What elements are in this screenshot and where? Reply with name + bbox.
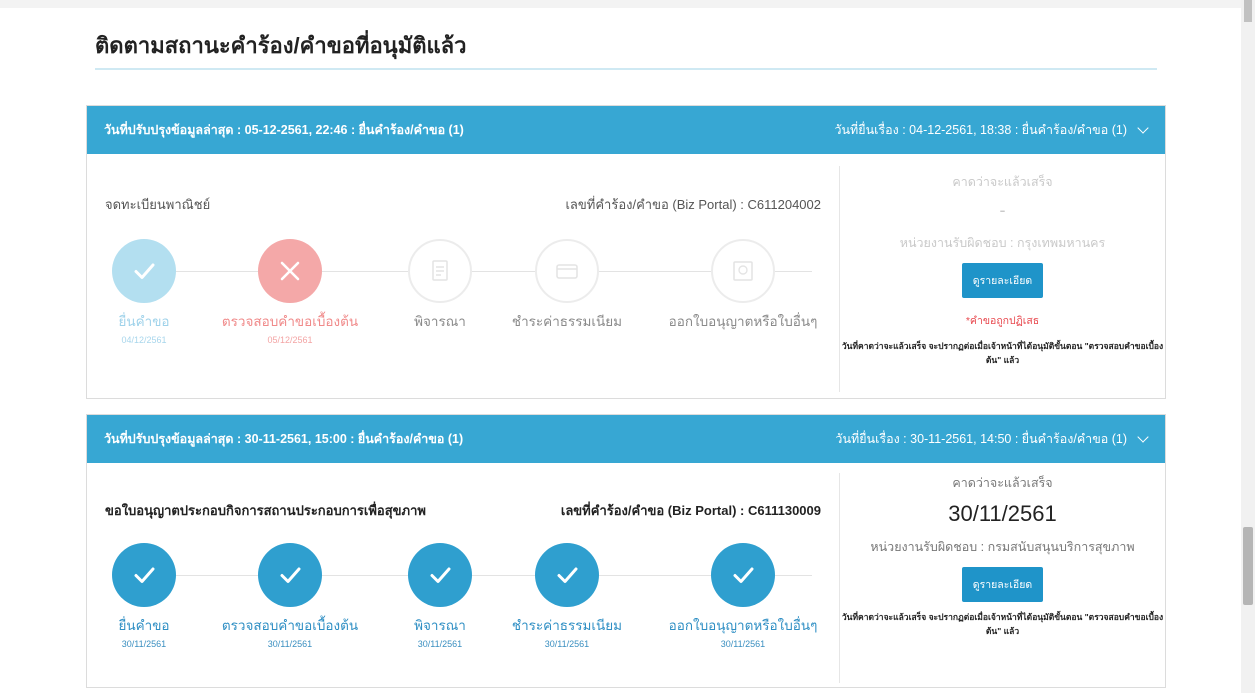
step-payment: ชำระค่าธรรมเนียม 30/11/2561 — [487, 543, 647, 649]
step-label: ชำระค่าธรรมเนียม — [511, 314, 623, 329]
step-submit: ยื่นคำขอ 30/11/2561 — [64, 543, 224, 649]
document-icon — [408, 239, 472, 303]
expected-date-note: วันที่คาดว่าจะแล้วเสร็จ จะปรากฏต่อเมื่อเ… — [841, 612, 1164, 636]
expected-completion-label: คาดว่าจะแล้วเสร็จ — [952, 175, 1053, 189]
step-date: 30/11/2561 — [720, 639, 766, 649]
step-date: 30/11/2561 — [417, 639, 463, 649]
step-date: 05/12/2561 — [267, 335, 313, 345]
title-divider — [95, 68, 1157, 70]
chevron-down-icon[interactable] — [1137, 431, 1149, 443]
step-payment: ชำระค่าธรรมเนียม — [487, 239, 647, 335]
expected-date-note: วันที่คาดว่าจะแล้วเสร็จ จะปรากฏต่อเมื่อเ… — [841, 341, 1164, 365]
scrollbar-thumb[interactable] — [1243, 527, 1253, 605]
step-submit: ยื่นคำขอ 04/12/2561 — [64, 239, 224, 345]
step-label: ชำระค่าธรรมเนียม — [511, 618, 623, 633]
step-date: 30/11/2561 — [267, 639, 313, 649]
step-label: พิจารณา — [414, 314, 466, 329]
step-initial-check: ตรวจสอบคำขอเบื้องต้น 05/12/2561 — [210, 239, 370, 345]
check-icon — [112, 543, 176, 607]
payment-icon — [535, 239, 599, 303]
request-card: วันที่ปรับปรุงข้อมูลล่าสุด : 30-11-2561,… — [86, 414, 1166, 688]
step-date: 04/12/2561 — [121, 335, 167, 345]
step-label: ออกใบอนุญาตหรือใบอื่นๆ — [668, 314, 818, 329]
browser-top-strip — [0, 0, 1255, 8]
step-label: ยื่นคำขอ — [118, 314, 170, 329]
chevron-down-icon[interactable] — [1137, 122, 1149, 134]
submitted-date-text: วันที่ยื่นเรื่อง : 30-11-2561, 14:50 : ย… — [835, 432, 1127, 446]
service-name: จดทะเบียนพาณิชย์ — [105, 197, 211, 212]
step-issue-license: ออกใบอนุญาตหรือใบอื่นๆ 30/11/2561 — [663, 543, 823, 649]
rejected-status-text: *คำขอถูกปฏิเสธ — [965, 315, 1040, 327]
step-date: 30/11/2561 — [121, 639, 167, 649]
check-icon — [711, 543, 775, 607]
step-issue-license: ออกใบอนุญาตหรือใบอื่นๆ — [663, 239, 823, 335]
page-title: ติดตามสถานะคำร้อง/คำขอที่อนุมัติแล้ว — [95, 33, 467, 58]
request-card: วันที่ปรับปรุงข้อมูลล่าสุด : 05-12-2561,… — [86, 105, 1166, 399]
scrollbar-top-thumb[interactable] — [1244, 0, 1252, 22]
expected-completion-value: 30/11/2561 — [948, 501, 1057, 526]
view-details-button[interactable]: ดูรายละเอียด — [961, 567, 1044, 602]
view-details-button[interactable]: ดูรายละเอียด — [961, 263, 1044, 298]
card-header[interactable]: วันที่ปรับปรุงข้อมูลล่าสุด : 30-11-2561,… — [87, 415, 1165, 463]
responsible-department: หน่วยงานรับผิดชอบ : กรมสนับสนุนบริการสุข… — [870, 540, 1135, 554]
submitted-date-text: วันที่ยื่นเรื่อง : 04-12-2561, 18:38 : ย… — [834, 123, 1127, 137]
step-label: พิจารณา — [414, 618, 466, 633]
expected-completion-label: คาดว่าจะแล้วเสร็จ — [952, 476, 1053, 490]
summary-panel: คาดว่าจะแล้วเสร็จ 30/11/2561 หน่วยงานรับ… — [839, 473, 1165, 683]
service-name: ขอใบอนุญาตประกอบกิจการสถานประกอบการเพื่อ… — [105, 503, 426, 518]
expected-completion-value: - — [999, 200, 1006, 220]
check-icon — [258, 543, 322, 607]
certificate-icon — [711, 239, 775, 303]
check-icon — [112, 239, 176, 303]
submitted-info[interactable]: วันที่ยื่นเรื่อง : 30-11-2561, 14:50 : ย… — [835, 429, 1149, 449]
check-icon — [535, 543, 599, 607]
request-number: เลขที่คำร้อง/คำขอ (Biz Portal) : C611130… — [560, 503, 821, 518]
step-date: 30/11/2561 — [544, 639, 590, 649]
last-updated-text: วันที่ปรับปรุงข้อมูลล่าสุด : 30-11-2561,… — [104, 432, 464, 446]
vertical-scrollbar[interactable] — [1241, 0, 1255, 693]
summary-panel: คาดว่าจะแล้วเสร็จ - หน่วยงานรับผิดชอบ : … — [839, 166, 1165, 392]
step-label: ตรวจสอบคำขอเบื้องต้น — [221, 618, 359, 633]
request-number: เลขที่คำร้อง/คำขอ (Biz Portal) : C611204… — [565, 197, 821, 212]
step-label: ออกใบอนุญาตหรือใบอื่นๆ — [668, 618, 818, 633]
last-updated-text: วันที่ปรับปรุงข้อมูลล่าสุด : 05-12-2561,… — [104, 123, 464, 137]
x-icon — [258, 239, 322, 303]
check-icon — [408, 543, 472, 607]
responsible-department: หน่วยงานรับผิดชอบ : กรุงเทพมหานคร — [899, 236, 1106, 250]
step-initial-check: ตรวจสอบคำขอเบื้องต้น 30/11/2561 — [210, 543, 370, 649]
step-label: ยื่นคำขอ — [118, 618, 170, 633]
submitted-info[interactable]: วันที่ยื่นเรื่อง : 04-12-2561, 18:38 : ย… — [834, 120, 1149, 140]
card-header[interactable]: วันที่ปรับปรุงข้อมูลล่าสุด : 05-12-2561,… — [87, 106, 1165, 154]
step-label: ตรวจสอบคำขอเบื้องต้น — [221, 314, 359, 329]
